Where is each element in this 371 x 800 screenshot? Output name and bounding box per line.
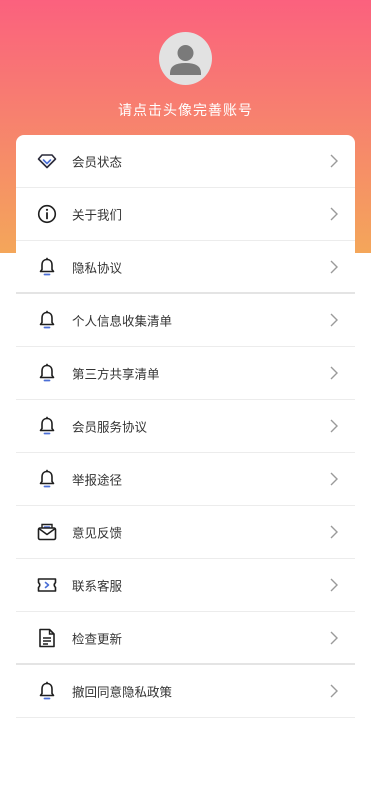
chevron-right-icon (330, 472, 338, 486)
settings-menu: 会员状态 关于我们 隐私协议 个人信息收集清单 第三方共享清单 会员服务协议 举… (16, 135, 355, 718)
chevron-right-icon (330, 154, 338, 168)
menu-item-label: 第三方共享清单 (72, 366, 160, 382)
chevron-right-icon (330, 525, 338, 539)
chevron-right-icon (330, 313, 338, 327)
menu-item-membership-service-agreement[interactable]: 会员服务协议 (16, 400, 355, 453)
complete-account-prompt[interactable]: 请点击头像完善账号 (0, 100, 371, 120)
chevron-right-icon (330, 631, 338, 644)
bell-icon (37, 681, 57, 701)
chevron-right-icon (330, 578, 338, 592)
menu-item-personal-info-list[interactable]: 个人信息收集清单 (16, 294, 355, 347)
menu-item-third-party-sharing-list[interactable]: 第三方共享清单 (16, 347, 355, 400)
bell-icon (37, 416, 57, 436)
menu-item-label: 隐私协议 (72, 260, 123, 275)
menu-item-label: 关于我们 (72, 207, 123, 223)
menu-item-feedback[interactable]: 意见反馈 (16, 506, 355, 559)
menu-item-label: 举报途径 (72, 472, 123, 488)
info-icon (37, 204, 57, 224)
menu-item-check-update[interactable]: 检查更新 (16, 612, 355, 665)
chevron-right-icon (330, 684, 338, 698)
chevron-right-icon (330, 260, 338, 273)
menu-item-label: 会员状态 (72, 154, 123, 170)
menu-item-label: 意见反馈 (72, 525, 123, 541)
chevron-right-icon (330, 419, 338, 433)
menu-item-label: 检查更新 (72, 631, 123, 646)
user-icon (170, 45, 201, 75)
bell-icon (37, 469, 57, 489)
menu-item-withdraw-privacy-consent[interactable]: 撤回同意隐私政策 (16, 665, 355, 718)
bell-icon (37, 363, 57, 383)
menu-item-label: 会员服务协议 (72, 419, 148, 435)
bell-icon (37, 257, 57, 277)
diamond-icon (37, 151, 57, 171)
chevron-right-icon (330, 207, 338, 221)
menu-item-report-channels[interactable]: 举报途径 (16, 453, 355, 506)
menu-item-privacy-agreement[interactable]: 隐私协议 (16, 241, 355, 294)
menu-item-about-us[interactable]: 关于我们 (16, 188, 355, 241)
menu-item-label: 撤回同意隐私政策 (72, 684, 173, 700)
ticket-icon (37, 575, 57, 595)
envelope-icon (37, 522, 57, 542)
bell-icon (37, 310, 57, 330)
avatar[interactable] (159, 32, 212, 85)
menu-item-membership-status[interactable]: 会员状态 (16, 135, 355, 188)
menu-item-label: 个人信息收集清单 (72, 313, 173, 329)
chevron-right-icon (330, 366, 338, 380)
menu-item-contact-support[interactable]: 联系客服 (16, 559, 355, 612)
menu-item-label: 联系客服 (72, 578, 123, 594)
document-icon (37, 628, 57, 648)
